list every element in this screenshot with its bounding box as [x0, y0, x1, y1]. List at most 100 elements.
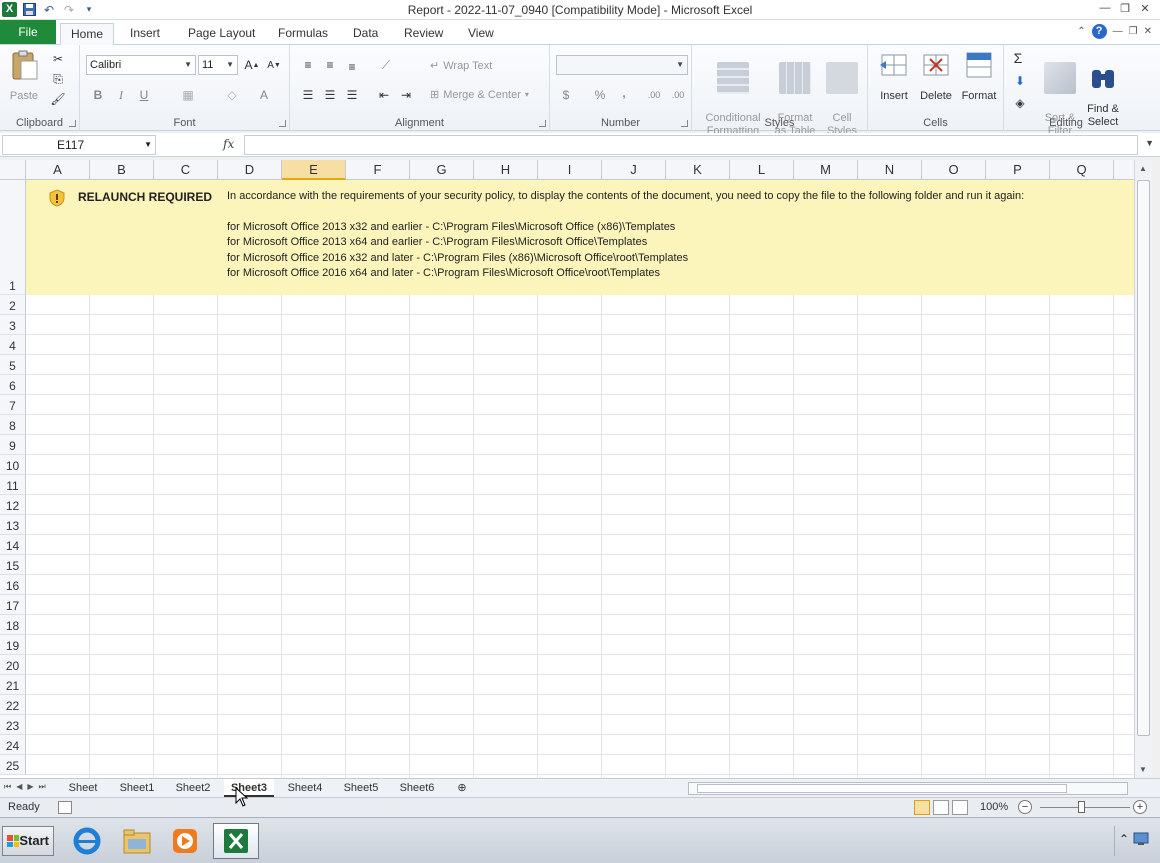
row-header-19[interactable]: 19 [0, 635, 26, 655]
shrink-font-icon[interactable]: A ▼ [266, 57, 282, 73]
scroll-up-icon[interactable]: ▲ [1139, 164, 1147, 173]
row-header-3[interactable]: 3 [0, 315, 26, 335]
format-cells-button[interactable]: Format [958, 49, 1000, 103]
file-explorer-icon[interactable] [116, 823, 158, 859]
tab-formulas[interactable]: Formulas [268, 23, 338, 45]
row-header-13[interactable]: 13 [0, 515, 26, 535]
help-icon[interactable]: ? [1091, 24, 1107, 39]
close-icon[interactable]: ✕ [1136, 1, 1154, 15]
borders-icon[interactable]: ▦ [180, 87, 196, 103]
row-header-21[interactable]: 21 [0, 675, 26, 695]
bold-button[interactable]: B [90, 87, 106, 103]
select-all-corner[interactable] [0, 160, 26, 180]
row-header-7[interactable]: 7 [0, 395, 26, 415]
media-player-icon[interactable] [164, 823, 206, 859]
row-header-24[interactable]: 24 [0, 735, 26, 755]
orientation-icon[interactable]: ⟋ [378, 57, 394, 73]
font-name-dropdown[interactable]: Calibri ▼ [86, 55, 196, 75]
tab-home[interactable]: Home [60, 23, 115, 46]
row-header-17[interactable]: 17 [0, 595, 26, 615]
show-hidden-icons-icon[interactable]: ⌃ [1119, 832, 1129, 846]
row-header-15[interactable]: 15 [0, 555, 26, 575]
zoom-level[interactable]: 100% [980, 801, 1008, 813]
format-painter-icon[interactable]: 🖌 [50, 91, 66, 107]
doc-minimize-icon[interactable]: — [1113, 26, 1123, 37]
sheet-tab[interactable]: Sheet [60, 779, 106, 797]
paste-button[interactable]: Paste [6, 49, 42, 103]
row-header-20[interactable]: 20 [0, 655, 26, 675]
tab-review[interactable]: Review [394, 23, 453, 45]
page-layout-view-icon[interactable] [933, 800, 949, 815]
column-header-j[interactable]: J [602, 160, 666, 180]
sheet-tab[interactable]: Sheet1 [112, 779, 162, 797]
clear-icon[interactable]: ◈ [1012, 95, 1028, 111]
number-launcher-icon[interactable] [681, 120, 688, 127]
row-header-5[interactable]: 5 [0, 355, 26, 375]
font-launcher-icon[interactable] [279, 120, 286, 127]
font-color-icon[interactable]: A [256, 87, 272, 103]
column-header-h[interactable]: H [474, 160, 538, 180]
last-sheet-icon[interactable]: ⏭ [39, 782, 46, 792]
autosum-button[interactable]: Σ [1010, 50, 1026, 66]
increase-indent-icon[interactable]: ⇥ [398, 87, 414, 103]
worksheet-grid[interactable]: ABCDEFGHIJKLMNOPQ 1 2 3 4 5 6 7 8 9 10 11 12 13 14 15 1… [0, 160, 1134, 778]
insert-sheet-icon[interactable]: ⊕ [450, 779, 474, 797]
zoom-slider-thumb[interactable] [1078, 801, 1085, 813]
row-header-8[interactable]: 8 [0, 415, 26, 435]
fill-color-icon[interactable]: ◇ [224, 87, 240, 103]
zoom-in-icon[interactable]: + [1133, 800, 1147, 814]
column-header-q[interactable]: Q [1050, 160, 1114, 180]
vertical-scrollbar[interactable]: ▲ ▼ [1134, 160, 1152, 778]
copy-icon[interactable]: ⎘ [50, 71, 66, 87]
doc-restore-icon[interactable]: ❐ [1129, 26, 1138, 37]
scroll-down-icon[interactable]: ▼ [1139, 765, 1147, 774]
minimize-icon[interactable]: — [1096, 1, 1114, 15]
row-header-14[interactable]: 14 [0, 535, 26, 555]
row-header-2[interactable]: 2 [0, 295, 26, 315]
row-header-1[interactable]: 1 [0, 180, 26, 295]
column-header-l[interactable]: L [730, 160, 794, 180]
currency-button[interactable]: $ [558, 87, 574, 103]
column-header-o[interactable]: O [922, 160, 986, 180]
start-button[interactable]: Start [2, 826, 54, 856]
row-header-4[interactable]: 4 [0, 335, 26, 355]
comma-button[interactable]: , [616, 85, 632, 101]
sheet-tab[interactable]: Sheet6 [392, 779, 442, 797]
row-header-10[interactable]: 10 [0, 455, 26, 475]
sheet-tab-active[interactable]: Sheet3 [224, 779, 274, 797]
align-top-icon[interactable]: ≡ [300, 57, 316, 73]
row-header-23[interactable]: 23 [0, 715, 26, 735]
name-box[interactable]: E117 ▼ [2, 135, 156, 155]
next-sheet-icon[interactable]: ▶ [27, 782, 33, 792]
column-header-m[interactable]: M [794, 160, 858, 180]
excel-icon[interactable] [213, 823, 259, 859]
tab-insert[interactable]: Insert [120, 23, 170, 45]
column-header-e[interactable]: E [282, 160, 346, 180]
horizontal-scrollbar[interactable] [688, 782, 1128, 795]
insert-function-button[interactable]: fx [223, 137, 234, 151]
tab-data[interactable]: Data [343, 23, 388, 45]
column-header-c[interactable]: C [154, 160, 218, 180]
expand-formula-bar-icon[interactable]: ▼ [1145, 138, 1154, 148]
row-header-16[interactable]: 16 [0, 575, 26, 595]
column-header-n[interactable]: N [858, 160, 922, 180]
column-header-i[interactable]: I [538, 160, 602, 180]
page-break-view-icon[interactable] [952, 800, 968, 815]
row-header-6[interactable]: 6 [0, 375, 26, 395]
network-icon[interactable] [1133, 832, 1149, 846]
sheet-tab[interactable]: Sheet5 [336, 779, 386, 797]
align-left-icon[interactable]: ☰ [300, 87, 316, 103]
first-sheet-icon[interactable]: ⏮ [4, 782, 11, 792]
row-header-12[interactable]: 12 [0, 495, 26, 515]
internet-explorer-icon[interactable] [66, 823, 108, 859]
horizontal-scroll-thumb[interactable] [697, 784, 1067, 793]
wrap-text-button[interactable]: ↵ Wrap Text [430, 59, 492, 73]
underline-button[interactable]: U [136, 87, 152, 103]
decrease-decimal-button[interactable]: .00 [670, 87, 686, 103]
decrease-indent-icon[interactable]: ⇤ [376, 87, 392, 103]
align-right-icon[interactable]: ☰ [344, 87, 360, 103]
restore-icon[interactable]: ❐ [1116, 1, 1134, 15]
zoom-slider-track[interactable] [1040, 807, 1130, 808]
column-header-k[interactable]: K [666, 160, 730, 180]
formula-input[interactable] [244, 135, 1138, 155]
